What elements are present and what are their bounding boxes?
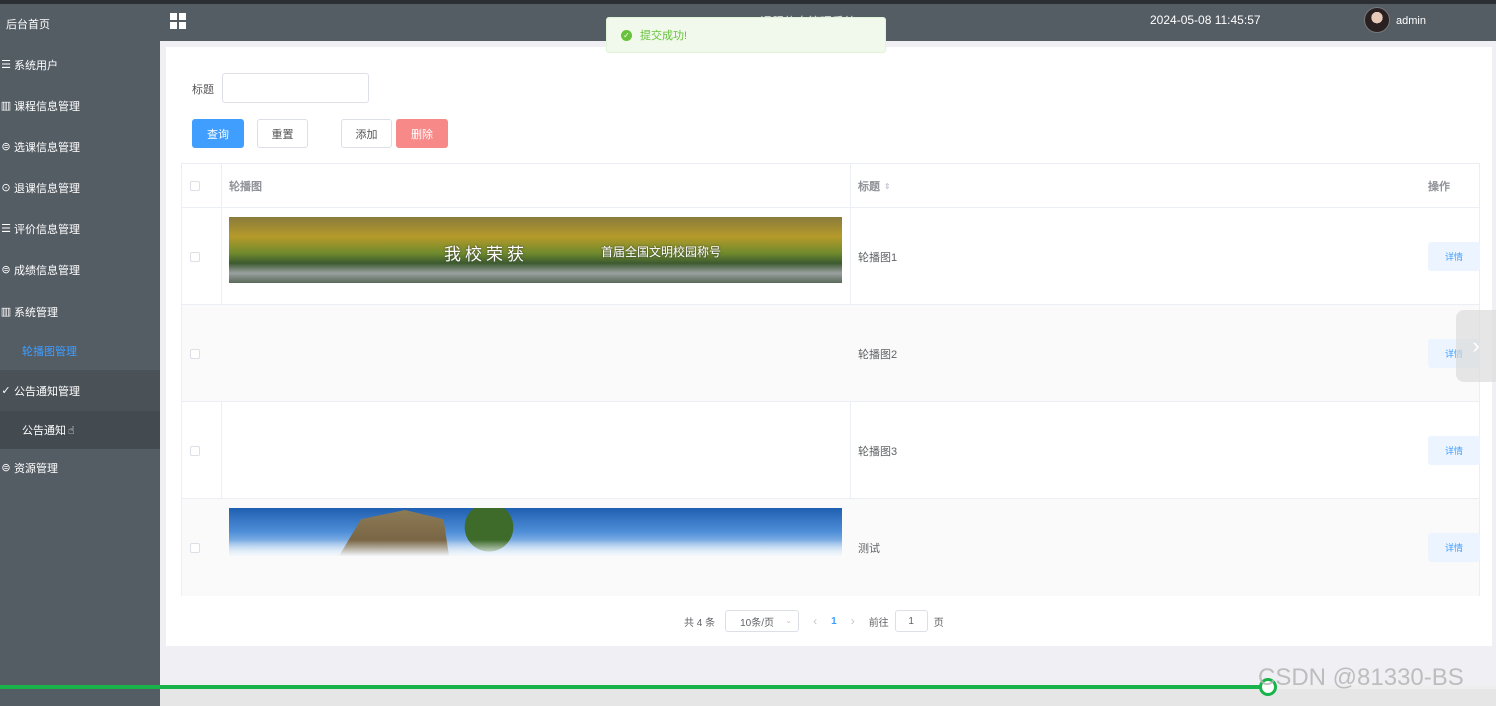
sidebar-item-label: 课程信息管理	[14, 100, 80, 113]
chevron-right-icon[interactable]: ›	[1456, 310, 1496, 382]
select-all-checkbox[interactable]	[190, 181, 200, 191]
row-action-cell: 详情	[1428, 208, 1480, 305]
sidebar-item-label: 后台首页	[6, 18, 50, 31]
table-header-title[interactable]: 标题 ⇕	[858, 164, 1058, 208]
row-title: 轮播图3	[858, 445, 898, 458]
toast-message: 提交成功!	[640, 30, 688, 42]
sidebar-item-course-withdraw[interactable]: ⊙ 退课信息管理	[0, 167, 160, 208]
sidebar-item-system-management[interactable]: ▥ 系统管理	[0, 291, 160, 332]
circle-back-icon: ⊙	[1, 182, 11, 194]
carousel-image: 我校荣获 首届全国文明校园称号	[229, 217, 842, 283]
row-title: 轮播图2	[858, 348, 898, 361]
carousel-table: 轮播图 标题 ⇕ 操作 我校荣获 首届全国文明校园称号 轮播图1 详情 轮播图2	[181, 163, 1480, 596]
table-header-action: 操作	[1428, 181, 1450, 193]
sidebar-item-grades[interactable]: ⊜ 成绩信息管理	[0, 249, 160, 290]
sidebar-item-notice-management[interactable]: ✓ 公告通知管理	[0, 370, 160, 411]
success-toast: ✓ 提交成功!	[606, 17, 886, 53]
prev-page-icon[interactable]: ‹	[813, 614, 817, 628]
header-username[interactable]: admin	[1396, 15, 1426, 27]
goto-page-input[interactable]: 1	[894, 610, 928, 632]
sidebar-item-evaluation[interactable]: ☰ 评价信息管理	[0, 208, 160, 249]
goto-label: 前往	[868, 617, 889, 629]
pagination: 共 4 条 10条/页 ⌄ ‹ 1 › 前往 1 页	[684, 610, 944, 632]
chevron-down-icon: ⌄	[785, 616, 793, 625]
detail-button[interactable]: 详情	[1428, 533, 1480, 562]
sidebar-subitem-label: 公告通知	[22, 425, 66, 437]
avatar[interactable]	[1364, 7, 1390, 33]
sidebar-subitem-label: 轮播图管理	[22, 346, 77, 358]
table-header-title-label: 标题	[858, 181, 880, 193]
sort-icon[interactable]: ⇕	[884, 182, 891, 191]
delete-button[interactable]: 删除	[396, 119, 448, 148]
grid-menu-icon[interactable]	[170, 13, 186, 29]
circle-equal-icon: ⊜	[1, 264, 11, 276]
add-button[interactable]: 添加	[341, 119, 392, 148]
banner-cloud-shape	[229, 540, 842, 556]
list-icon: ☰	[1, 223, 11, 235]
table-row: 轮播图2 详情	[182, 305, 1480, 402]
check-circle-icon: ✓	[621, 29, 632, 41]
table-header-select	[190, 164, 220, 208]
sidebar-item-system-users[interactable]: ☰ 系统用户	[0, 44, 160, 85]
sidebar-subitem-carousel[interactable]: 轮播图管理	[0, 332, 160, 370]
header-datetime: 2024-05-08 11:45:57	[1150, 13, 1261, 27]
list-icon: ☰	[1, 59, 11, 71]
next-page-icon[interactable]: ›	[851, 614, 855, 628]
progress-fill	[0, 685, 1268, 689]
sidebar-item-home[interactable]: 后台首页	[0, 3, 160, 44]
page-unit-label: 页	[933, 617, 944, 629]
bar-chart-icon: ▥	[0, 100, 12, 112]
table-row: 我校荣获 首届全国文明校园称号 轮播图1 详情	[182, 208, 1480, 305]
pagination-total: 共 4 条	[684, 617, 716, 629]
row-title: 测试	[858, 542, 880, 555]
sidebar-item-label: 退课信息管理	[14, 182, 80, 195]
sidebar: 后台首页 ☰ 系统用户 ▥ 课程信息管理 ⊜ 选课信息管理 ⊙ 退课信息管理 ☰…	[0, 0, 160, 706]
watermark: CSDN @81330-BS	[1258, 664, 1464, 691]
reset-button[interactable]: 重置	[257, 119, 308, 148]
row-select-cell	[190, 305, 200, 402]
sidebar-item-label: 系统用户	[14, 59, 58, 72]
page-size-select[interactable]: 10条/页 ⌄	[725, 610, 800, 632]
query-button[interactable]: 查询	[192, 119, 244, 148]
main-panel: 标题 查询 重置 添加 删除 轮播图 标题 ⇕ 操作 我校荣获 首届全国文明校园…	[166, 47, 1492, 646]
table-row: 测试 详情	[182, 499, 1480, 596]
detail-button[interactable]: 详情	[1428, 242, 1480, 271]
row-select-cell	[190, 208, 200, 305]
row-checkbox[interactable]	[190, 542, 200, 553]
search-title-input[interactable]	[222, 73, 369, 103]
sidebar-item-label: 系统管理	[14, 306, 58, 319]
row-checkbox[interactable]	[190, 348, 200, 359]
detail-button[interactable]: 详情	[1428, 436, 1480, 465]
sidebar-item-label: 资源管理	[14, 462, 58, 475]
sidebar-item-label: 成绩信息管理	[14, 264, 80, 277]
row-action-cell: 详情	[1428, 499, 1480, 596]
search-title-label: 标题	[192, 84, 214, 96]
table-header-image: 轮播图	[229, 181, 262, 193]
sidebar-item-course-selection[interactable]: ⊜ 选课信息管理	[0, 126, 160, 167]
circle-check-icon: ✓	[1, 385, 11, 397]
sidebar-item-label: 公告通知管理	[14, 385, 80, 398]
row-select-cell	[190, 402, 200, 499]
row-checkbox[interactable]	[190, 251, 200, 262]
row-checkbox[interactable]	[190, 445, 200, 456]
sidebar-subitem-notice[interactable]: 公告通知 ☝	[0, 411, 160, 449]
row-title: 轮播图1	[858, 251, 898, 264]
hand-cursor-icon: ☝	[68, 424, 75, 437]
sidebar-item-label: 选课信息管理	[14, 141, 80, 154]
table-row: 轮播图3 详情	[182, 402, 1480, 499]
sidebar-item-label: 评价信息管理	[14, 223, 80, 236]
sidebar-item-course-info[interactable]: ▥ 课程信息管理	[0, 85, 160, 126]
sidebar-item-resources[interactable]: ⊜ 资源管理	[0, 447, 160, 488]
bar-chart-icon: ▥	[0, 306, 12, 318]
carousel-image	[229, 508, 842, 556]
circle-equal-icon: ⊜	[1, 462, 11, 474]
banner-caption-secondary: 首届全国文明校园称号	[601, 245, 722, 259]
circle-equal-icon: ⊜	[1, 141, 11, 153]
banner-caption: 我校荣获	[444, 245, 528, 265]
current-page[interactable]: 1	[831, 616, 837, 627]
row-select-cell	[190, 499, 200, 596]
page-size-value: 10条/页	[740, 617, 775, 629]
row-action-cell: 详情	[1428, 402, 1480, 499]
